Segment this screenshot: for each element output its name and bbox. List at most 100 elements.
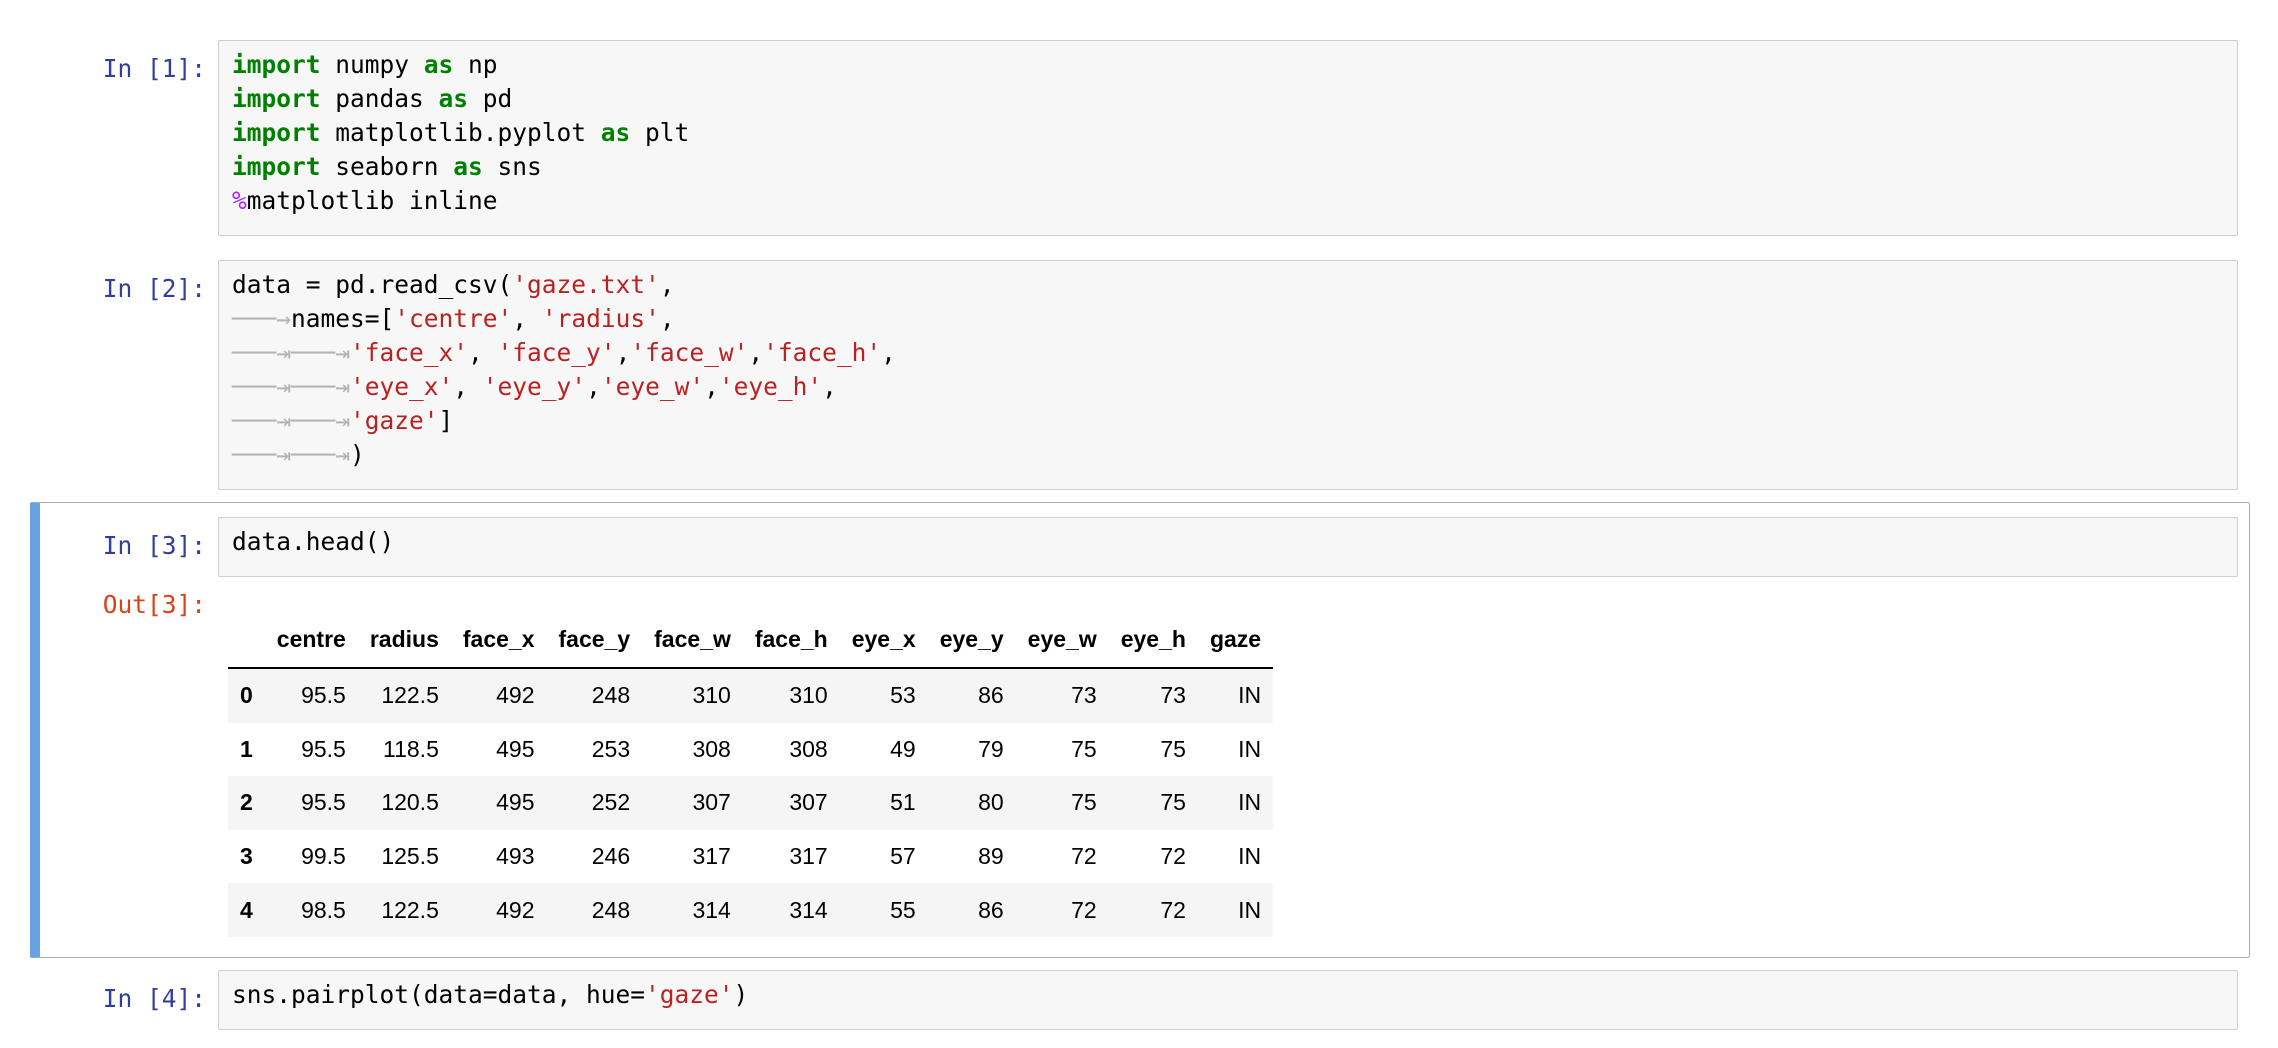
- table-cell: 72: [1071, 843, 1097, 870]
- code-token: ,: [881, 338, 896, 367]
- table-cell: 79: [978, 735, 1004, 762]
- code-token: ,: [512, 304, 542, 333]
- table-cell: 75: [1160, 735, 1186, 762]
- code-token: ]: [438, 406, 454, 435]
- code-token: ,: [453, 372, 483, 401]
- row-index: 2: [240, 789, 253, 816]
- input-prompt: In [1]:: [102, 54, 206, 83]
- row-index: 4: [240, 896, 253, 923]
- code-token: as: [423, 50, 454, 79]
- table-cell: 49: [890, 735, 916, 762]
- code-line: ───⇥───⇥'eye_x', 'eye_y','eye_w','eye_h'…: [232, 370, 896, 404]
- code-token: ,: [659, 304, 675, 333]
- code-line: sns.pairplot(data=data, hue='gaze'): [232, 978, 748, 1012]
- code-token: matplotlib.pyplot: [320, 118, 601, 147]
- code-token: sns: [482, 152, 542, 181]
- code-token: ,: [615, 338, 631, 367]
- table-cell: 73: [1160, 682, 1186, 709]
- code-cell-2[interactable]: In [2]: data = pd.read_csv('gaze.txt', ──…: [30, 260, 2250, 490]
- tab-marker: ───→: [232, 304, 292, 333]
- code-token: 'face_w': [630, 338, 749, 367]
- code-token: names=[: [291, 304, 395, 333]
- code-line: data = pd.read_csv('gaze.txt',: [232, 268, 896, 302]
- table-cell: 99.5: [301, 843, 346, 870]
- code-line: ───⇥───⇥): [232, 438, 896, 472]
- code-text[interactable]: data = pd.read_csv('gaze.txt', ───→names=…: [232, 268, 896, 472]
- column-header: radius: [357, 611, 451, 669]
- column-header: face_h: [742, 611, 840, 669]
- code-token: ,: [704, 372, 719, 401]
- code-text[interactable]: import numpy as np import pandas as pd imp…: [232, 48, 689, 218]
- code-token: %: [232, 186, 247, 215]
- table-cell: 248: [591, 896, 631, 923]
- code-text[interactable]: data.head(): [232, 525, 394, 559]
- table-cell: 307: [789, 789, 828, 816]
- code-editor[interactable]: data.head(): [218, 517, 2238, 577]
- code-line: ───→names=['centre', 'radius',: [232, 302, 896, 336]
- column-header: eye_x: [839, 611, 928, 669]
- code-token: import: [232, 152, 321, 181]
- tab-marker: ───⇥───⇥: [232, 406, 351, 435]
- table-cell: 495: [496, 789, 535, 816]
- table-cell: 51: [890, 789, 916, 816]
- table-cell: 72: [1160, 896, 1186, 923]
- code-cell-1[interactable]: In [1]: import numpy as np import pandas …: [30, 40, 2250, 236]
- code-token: plt: [630, 118, 690, 147]
- table-cell: 72: [1160, 843, 1186, 870]
- code-line: ───⇥───⇥'gaze']: [232, 404, 896, 438]
- table-row: 3 99.5 125.5 493 246 317 317 57 89 72 72 IN: [228, 830, 1273, 884]
- table-row: 0 95.5 122.5 492 248 310 310 53 86 73 73 IN: [228, 668, 1274, 723]
- code-token: as: [438, 84, 469, 113]
- table-row: 4 98.5 122.5 492 248 314 314 55 86 72 72 IN: [228, 883, 1274, 937]
- table-cell: 57: [890, 843, 916, 870]
- table-cell: 307: [692, 789, 731, 816]
- table-cell: IN: [1238, 789, 1262, 816]
- table-cell: 98.5: [301, 896, 346, 923]
- output-prompt: Out[3]:: [102, 590, 206, 619]
- table-cell: 72: [1071, 896, 1097, 923]
- code-text[interactable]: sns.pairplot(data=data, hue='gaze'): [232, 978, 748, 1012]
- table-cell: 248: [591, 682, 631, 709]
- table-cell: 308: [692, 735, 731, 762]
- table-cell: 125.5: [381, 843, 439, 870]
- code-cell-3[interactable]: In [3]: data.head() Out[3]: centre radius…: [30, 502, 2250, 958]
- code-token: 'eye_h': [718, 372, 823, 401]
- table-cell: 95.5: [301, 789, 346, 816]
- code-token: 'face_h': [763, 338, 882, 367]
- code-line: %matplotlib inline: [232, 184, 689, 218]
- code-token: ): [733, 980, 749, 1009]
- code-token: ,: [586, 372, 601, 401]
- row-index: 3: [240, 843, 253, 870]
- code-token: import: [232, 84, 321, 113]
- code-cell-4[interactable]: In [4]: sns.pairplot(data=data, hue='gaz…: [30, 970, 2250, 1030]
- index-header: [228, 611, 265, 669]
- table-cell: 80: [978, 789, 1004, 816]
- code-token: 'eye_x': [350, 372, 454, 401]
- table-cell: 314: [789, 896, 828, 923]
- code-editor[interactable]: data = pd.read_csv('gaze.txt', ───→names=…: [218, 260, 2238, 490]
- code-token: np: [453, 50, 498, 79]
- table-cell: 86: [978, 896, 1004, 923]
- table-cell: 75: [1160, 789, 1186, 816]
- row-index: 1: [240, 735, 253, 762]
- code-token: 'face_y': [497, 338, 616, 367]
- table-cell: 118.5: [383, 735, 439, 762]
- code-token: data.head(): [232, 527, 395, 556]
- code-token: matplotlib inline: [246, 186, 498, 215]
- code-token: numpy: [320, 50, 424, 79]
- table-cell: 86: [978, 682, 1004, 709]
- code-line: ───⇥───⇥'face_x', 'face_y','face_w','fac…: [232, 336, 896, 370]
- column-header: eye_y: [927, 611, 1016, 669]
- column-header: face_w: [642, 611, 743, 669]
- table-cell: 95.5: [301, 735, 346, 762]
- table-cell: 252: [591, 789, 631, 816]
- table-row: 1 95.5 118.5 495 253 308 308 49 79 75 75 IN: [228, 723, 1273, 777]
- code-editor[interactable]: sns.pairplot(data=data, hue='gaze'): [218, 970, 2238, 1030]
- code-token: data = pd.read_csv(: [232, 270, 513, 299]
- column-header: centre: [264, 611, 358, 669]
- table-cell: 253: [591, 735, 631, 762]
- code-editor[interactable]: import numpy as np import pandas as pd imp…: [218, 40, 2238, 236]
- code-token: ,: [468, 338, 498, 367]
- table-cell: 310: [692, 682, 731, 709]
- tab-marker: ───⇥───⇥: [232, 338, 351, 367]
